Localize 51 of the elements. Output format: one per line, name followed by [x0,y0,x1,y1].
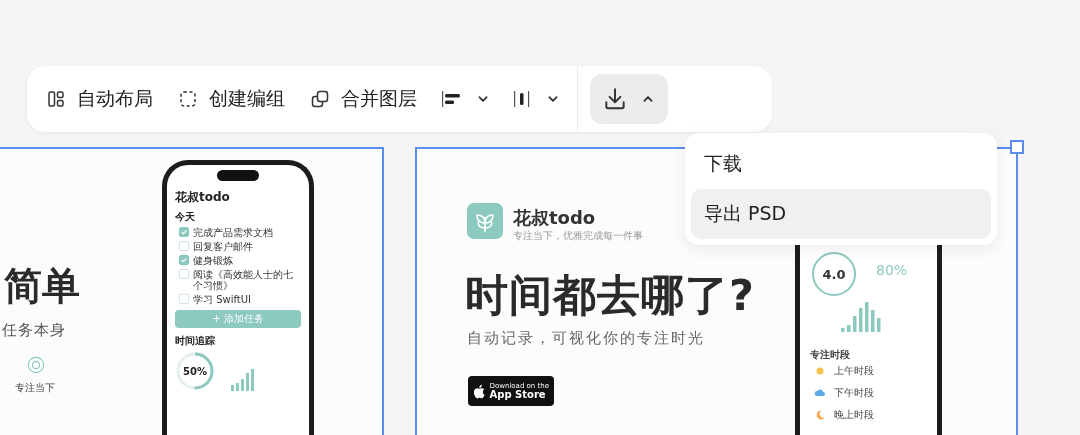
task-label: 回复客户邮件 [193,241,253,252]
checkbox[interactable] [179,294,189,304]
section-title: 今天 [175,210,196,224]
chevron-icon [477,93,489,105]
moon-icon [814,409,826,421]
task-label: 阅读《高效能人士的七个习惯》 [193,269,294,291]
score-value: 4.0 [822,266,846,282]
period-label: 晚上时段 [834,408,874,422]
menu-item[interactable]: 导出 PSD [691,189,991,239]
task-label: 完成产品需求文档 [193,227,273,238]
section-title: 专注时段 [810,348,850,362]
toolbar-button[interactable]: 合并图层 [301,80,425,118]
layout-icon [45,89,67,109]
toolbar-button[interactable]: 自动布局 [37,80,161,118]
cloud-icon [814,387,826,399]
sun-icon [814,365,826,377]
dashed-square-icon [177,89,199,109]
task-label: 健身锻炼 [193,255,233,266]
chevron-icon [547,93,559,105]
chevron-icon [642,93,654,105]
apple-icon [473,383,486,399]
percent-label: 50% [183,365,207,377]
checkbox[interactable] [179,269,189,279]
app-name: 花叔todo [513,206,596,230]
headline: 时间都去哪了? [465,269,755,322]
task-label: 学习 SwiftUI [193,294,252,305]
period-label: 上午时段 [834,364,874,378]
checkbox[interactable] [179,241,189,251]
camera-notch [217,170,259,181]
period-label: 下午时段 [834,386,874,400]
app-title: 花叔todo [175,189,231,206]
resize-handle[interactable] [1010,140,1024,154]
target-icon [27,356,45,374]
progress-ring [175,351,215,391]
tagline: 专注当下，优雅完成每一件事 [513,229,643,243]
section-title: 时间追踪 [175,334,216,348]
checkbox[interactable] [179,255,189,265]
export-button[interactable] [590,74,668,124]
artboard[interactable]: 简单 任务本身 专注当下 花叔todo 今天 完成产品需求文档 回复客户邮件 健身锻炼 阅读《高效能人士的七个习惯》 学习 SwiftUI + 添加任务 时间追踪 50% [0,147,384,435]
subtitle: 任务本身 [2,321,66,340]
headline: 简单 [4,263,80,310]
rate-value: 80% [876,262,908,278]
align-left-icon [441,89,463,109]
toolbar-button[interactable]: 创建编组 [169,80,293,118]
feature-title: 专注当下 [15,381,55,395]
checkbox[interactable] [179,227,189,237]
overlap-squares-icon [309,89,331,109]
download-icon [602,86,628,112]
subtitle: 自动记录，可视化你的专注时光 [467,329,705,348]
badge-title: App Store [489,389,547,400]
sprout-logo-icon [467,203,503,239]
